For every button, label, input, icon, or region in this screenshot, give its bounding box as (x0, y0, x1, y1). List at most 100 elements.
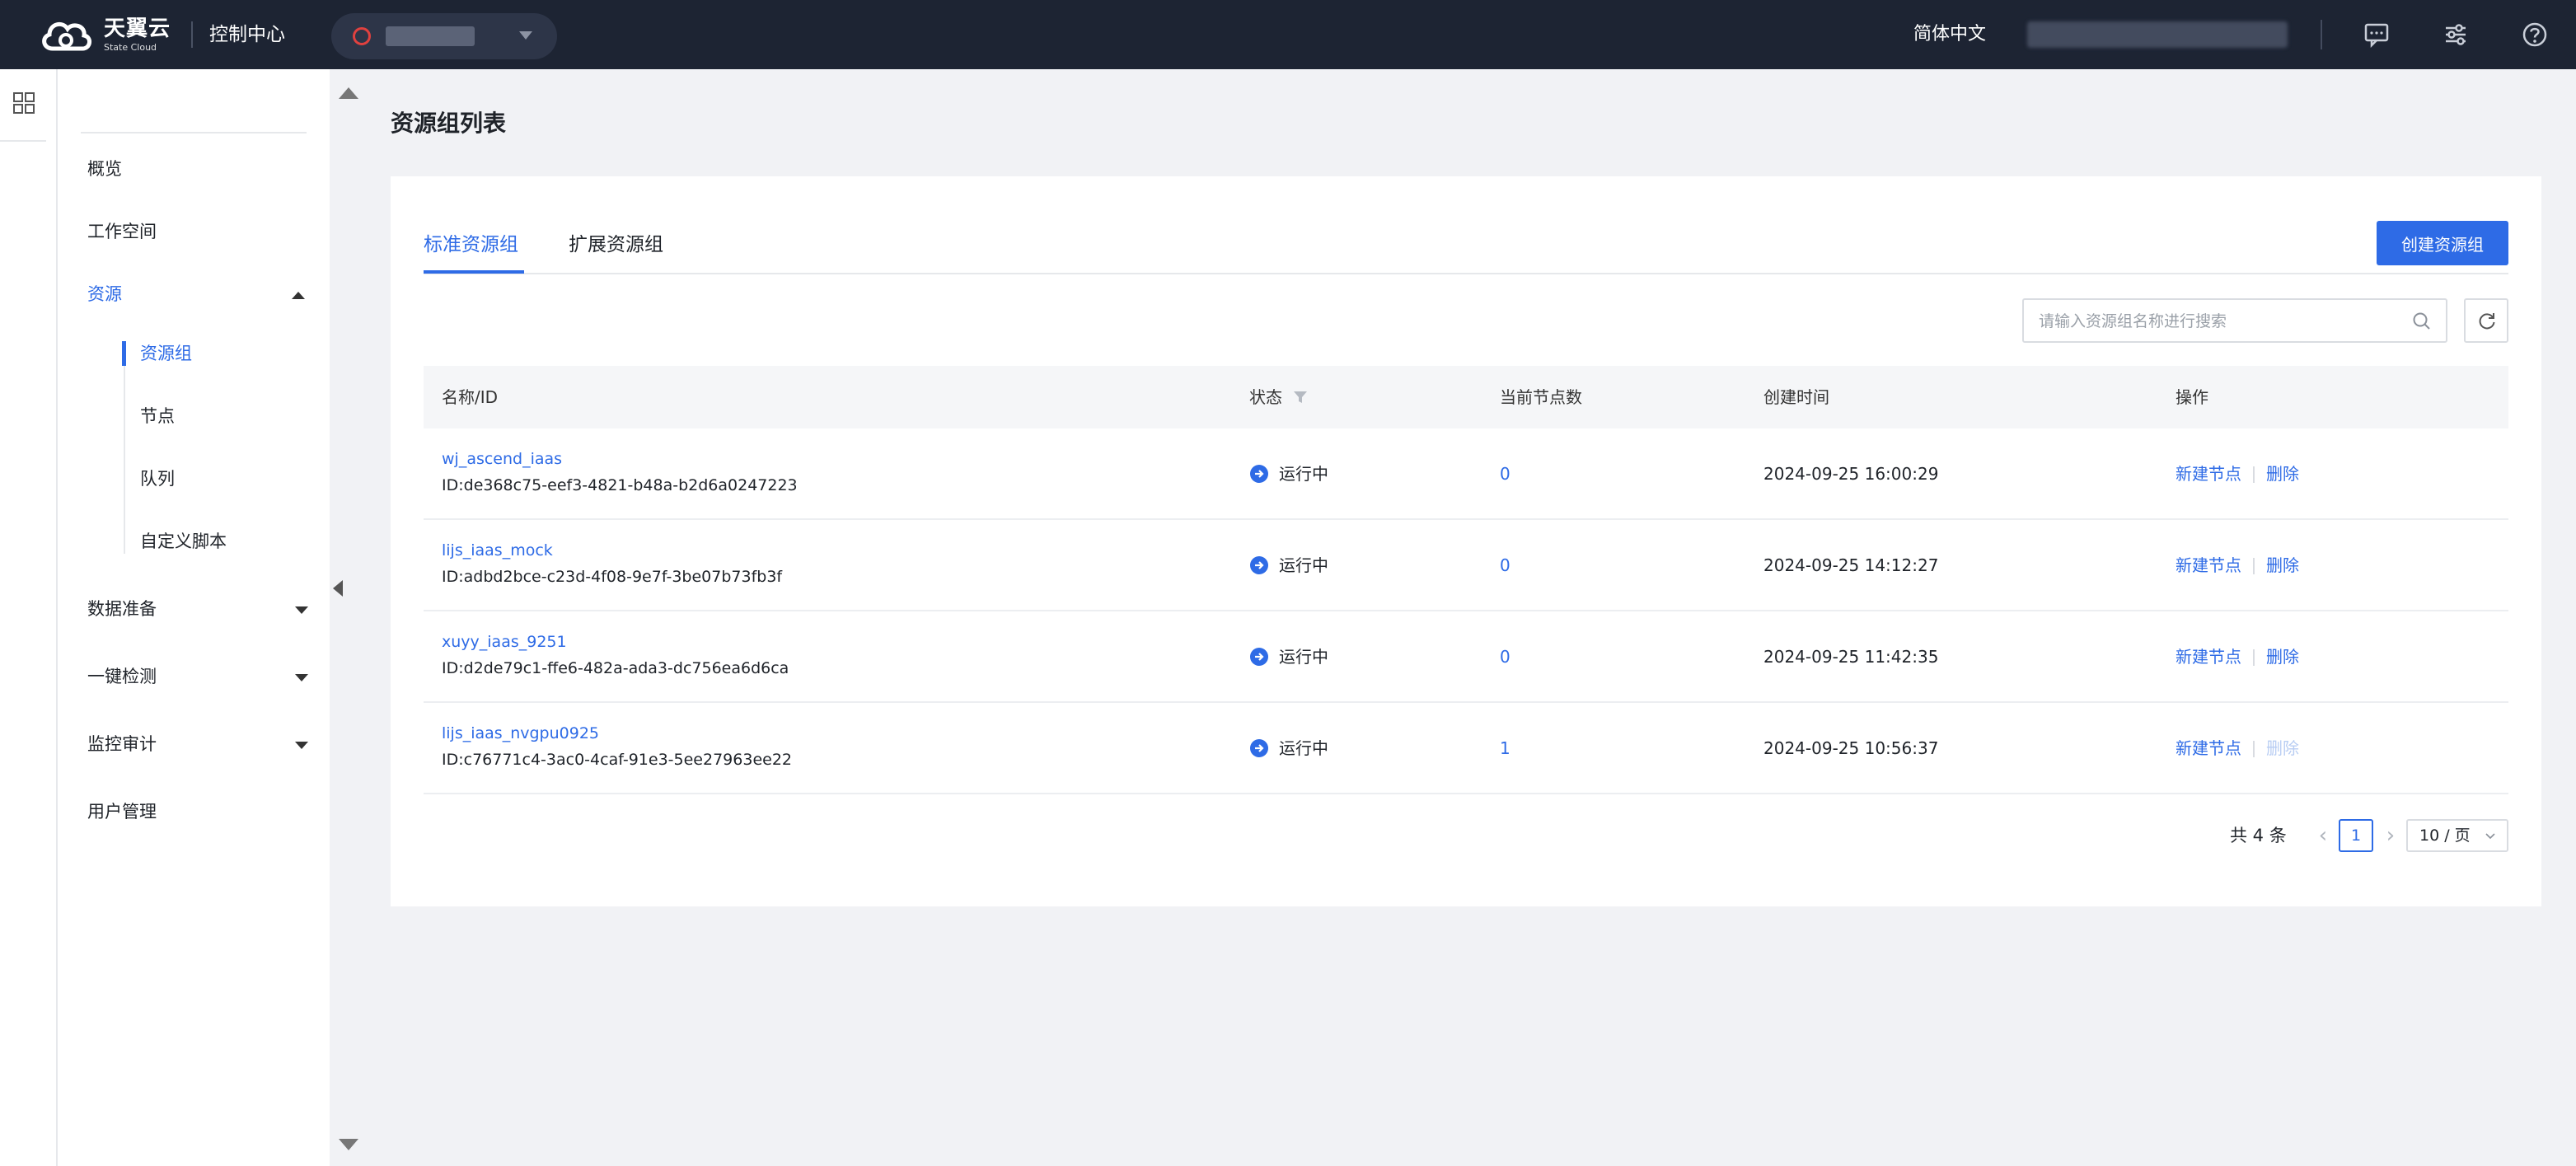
refresh-icon (2479, 313, 2495, 330)
delete-link[interactable]: 删除 (2266, 644, 2299, 669)
add-node-link[interactable]: 新建节点 (2176, 553, 2241, 578)
chevron-down-icon[interactable] (295, 674, 308, 681)
chevron-right-icon[interactable]: › (2378, 817, 2403, 854)
node-count-link[interactable]: 0 (1500, 553, 1510, 578)
resource-group-card: 标准资源组 扩展资源组 创建资源组 名称/ID 状态 当前节点数 创建时间 操作… (391, 176, 2541, 906)
table-row: lijs_iaas_nvgpu0925 ID:c76771c4-3ac0-4ca… (424, 703, 2508, 794)
table-header: 名称/ID 状态 当前节点数 创建时间 操作 (424, 366, 2508, 428)
created-time: 2024-09-25 11:42:35 (1763, 647, 1939, 667)
state-cloud-logo[interactable]: 天翼云 State Cloud (38, 13, 171, 56)
action-divider (2253, 741, 2255, 757)
action-divider (2253, 466, 2255, 483)
resource-group-name-link[interactable]: wj_ascend_iaas (442, 447, 562, 471)
running-status-icon (1250, 739, 1268, 757)
sidebar-item-workspace[interactable]: 工作空间 (87, 219, 157, 244)
user-account-redacted[interactable] (2027, 21, 2288, 48)
collapse-sidebar-icon[interactable] (333, 580, 343, 597)
chevron-down-icon (2485, 833, 2495, 840)
table-row: lijs_iaas_mock ID:adbd2bce-c23d-4f08-9e7… (424, 520, 2508, 611)
sidebar-divider (81, 132, 307, 133)
status-text: 运行中 (1279, 555, 1328, 575)
region-selector[interactable] (331, 13, 557, 59)
filter-icon[interactable] (1292, 389, 1309, 405)
created-time: 2024-09-25 10:56:37 (1763, 738, 1939, 758)
pagination-page-1[interactable]: 1 (2339, 819, 2373, 852)
tab-extended-resource-group[interactable]: 扩展资源组 (569, 229, 663, 260)
sidebar-item-user-management[interactable]: 用户管理 (87, 799, 157, 824)
sidebar-item-one-click-check[interactable]: 一键检测 (87, 664, 157, 689)
search-input[interactable] (2039, 307, 2401, 336)
tab-standard-resource-group[interactable]: 标准资源组 (424, 229, 518, 260)
node-count-link[interactable]: 1 (1500, 736, 1510, 761)
submenu-guide-line (124, 341, 125, 554)
refresh-button[interactable] (2464, 298, 2508, 343)
page-title: 资源组列表 (391, 110, 507, 137)
sidebar-item-custom-script[interactable]: 自定义脚本 (140, 529, 227, 554)
delete-link[interactable]: 删除 (2266, 461, 2299, 486)
sidebar-item-resources[interactable]: 资源 (87, 282, 122, 307)
rail-divider (0, 140, 46, 142)
action-divider (2253, 649, 2255, 666)
action-divider (2253, 558, 2255, 574)
scroll-up-icon[interactable] (339, 87, 358, 99)
chevron-down-icon[interactable] (295, 742, 308, 749)
add-node-link[interactable]: 新建节点 (2176, 644, 2241, 669)
resource-group-name-link[interactable]: lijs_iaas_mock (442, 538, 553, 563)
resource-group-id: ID:adbd2bce-c23d-4f08-9e7f-3be07b73fb3f (442, 568, 783, 586)
sidebar-item-resource-group[interactable]: 资源组 (140, 341, 192, 366)
language-switch[interactable]: 简体中文 (1913, 21, 1986, 48)
sidebar-item-nodes[interactable]: 节点 (140, 404, 175, 428)
settings-sliders-icon[interactable] (2443, 21, 2469, 48)
resource-group-id: ID:de368c75-eef3-4821-b48a-b2d6a0247223 (442, 476, 798, 494)
page-size-select[interactable]: 10 / 页 (2406, 819, 2508, 852)
submenu-active-indicator (122, 341, 126, 366)
product-rail (0, 69, 58, 1166)
add-node-link[interactable]: 新建节点 (2176, 736, 2241, 761)
running-status-icon (1250, 465, 1268, 483)
status-cell: 运行中 (1249, 461, 1328, 486)
created-time: 2024-09-25 16:00:29 (1763, 464, 1939, 484)
create-resource-group-button[interactable]: 创建资源组 (2377, 221, 2508, 265)
search-icon[interactable] (2411, 311, 2433, 332)
region-name-redacted (386, 26, 475, 46)
node-count-link[interactable]: 0 (1500, 461, 1510, 486)
column-header-node-count: 当前节点数 (1500, 387, 1582, 407)
message-icon[interactable] (2363, 21, 2390, 48)
resource-group-name-link[interactable]: xuyy_iaas_9251 (442, 630, 567, 654)
grid-icon[interactable] (12, 91, 36, 115)
sidebar-item-queue[interactable]: 队列 (140, 466, 175, 491)
status-cell: 运行中 (1249, 736, 1328, 761)
console-link[interactable]: 控制中心 (209, 21, 285, 48)
column-header-actions: 操作 (2176, 387, 2208, 407)
resource-group-id: ID:d2de79c1-ffe6-482a-ada3-dc756ea6d6ca (442, 659, 789, 677)
chevron-down-icon[interactable] (295, 606, 308, 614)
resource-group-table: 名称/ID 状态 当前节点数 创建时间 操作 wj_ascend_iaas ID… (424, 366, 2508, 794)
column-header-name-id: 名称/ID (442, 387, 499, 407)
sidebar-item-overview[interactable]: 概览 (87, 157, 122, 181)
sidebar-item-data-prep[interactable]: 数据准备 (87, 597, 157, 621)
region-icon (353, 27, 371, 45)
chevron-left-icon[interactable]: ‹ (2311, 817, 2335, 854)
running-status-icon (1250, 556, 1268, 574)
chevron-up-icon[interactable] (292, 292, 305, 299)
table-row: wj_ascend_iaas ID:de368c75-eef3-4821-b48… (424, 428, 2508, 520)
sidebar-item-monitoring-audit[interactable]: 监控审计 (87, 732, 157, 756)
delete-link[interactable]: 删除 (2266, 553, 2299, 578)
resource-group-name-link[interactable]: lijs_iaas_nvgpu0925 (442, 721, 599, 746)
table-row: xuyy_iaas_9251 ID:d2de79c1-ffe6-482a-ada… (424, 611, 2508, 703)
add-node-link[interactable]: 新建节点 (2176, 461, 2241, 486)
active-tab-indicator (424, 270, 524, 274)
scroll-down-icon[interactable] (339, 1139, 358, 1150)
page-size-value: 10 / 页 (2419, 827, 2471, 845)
search-box[interactable] (2022, 298, 2447, 343)
sidebar-scrollbar[interactable] (330, 69, 363, 1166)
help-icon[interactable] (2522, 21, 2548, 48)
brand-name: 天翼云 (104, 16, 171, 41)
node-count-link[interactable]: 0 (1500, 644, 1510, 669)
header-divider (2321, 20, 2322, 49)
status-text: 运行中 (1279, 647, 1328, 667)
resource-group-id: ID:c76771c4-3ac0-4caf-91e3-5ee27963ee22 (442, 751, 792, 769)
created-time: 2024-09-25 14:12:27 (1763, 555, 1939, 575)
tab-bar-divider (424, 273, 2508, 274)
top-navigation-bar: 天翼云 State Cloud 控制中心 简体中文 (0, 0, 2576, 69)
